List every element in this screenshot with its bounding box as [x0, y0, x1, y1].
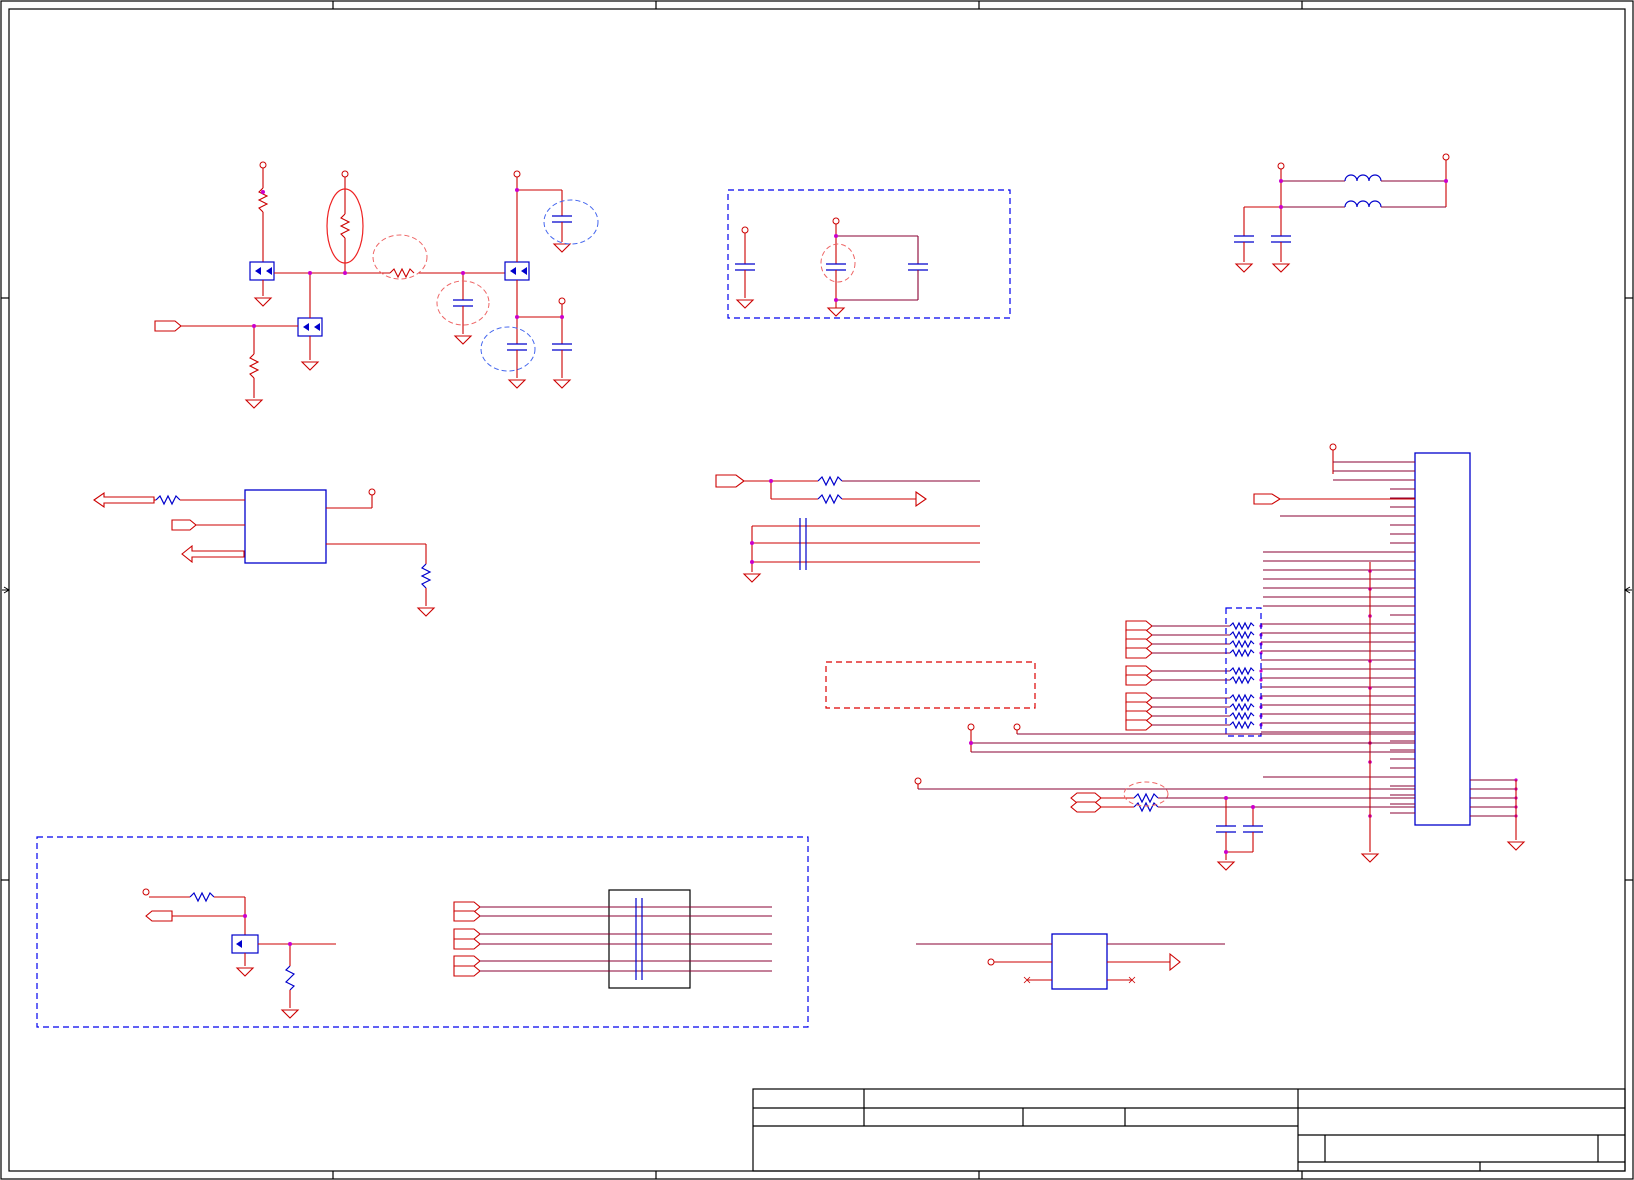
resistor-array-element — [1229, 639, 1255, 649]
resistor-array-element — [1229, 711, 1255, 721]
bus-port — [453, 928, 481, 940]
small-ic-block — [916, 933, 1225, 990]
signal-port — [1125, 647, 1153, 659]
resistor-array-element — [1229, 702, 1255, 712]
resistor-array-element — [1229, 720, 1255, 730]
junction-dot — [1259, 669, 1263, 673]
level-shifter-group — [36, 836, 809, 1028]
title-block — [752, 1088, 1626, 1172]
resistor-array-element — [1229, 630, 1255, 640]
signal-port — [1125, 674, 1153, 686]
bus-port — [453, 965, 481, 977]
regulator-ic-block — [93, 488, 436, 617]
schematic-sheet — [0, 0, 1634, 1180]
drawing-frame — [0, 0, 1634, 1180]
bus-port — [453, 938, 481, 950]
resistor-array-element — [1229, 693, 1255, 703]
resistor-array-element — [1229, 621, 1255, 631]
signal-port — [1125, 719, 1153, 731]
connector-block — [914, 443, 1526, 871]
bus-port — [453, 910, 481, 922]
bus-port — [453, 955, 481, 967]
resistor-array-element — [1229, 648, 1255, 658]
ferrite-filter — [1234, 153, 1450, 273]
resistor-array-element — [1229, 675, 1255, 685]
decoupling-group — [727, 189, 1011, 319]
signal-termination — [715, 474, 980, 583]
resistor-array-element — [1229, 666, 1255, 676]
power-switch-circuit — [154, 161, 599, 409]
note-box — [825, 661, 1036, 709]
